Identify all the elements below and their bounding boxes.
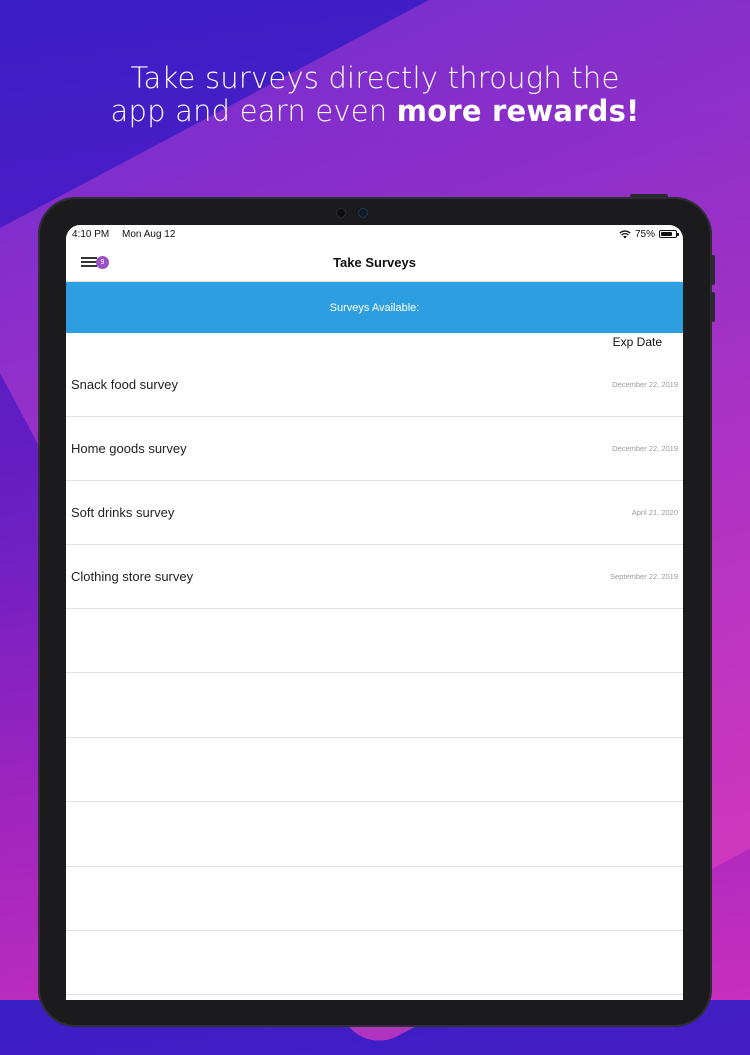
- empty-row: [66, 995, 683, 1000]
- empty-row: [66, 931, 683, 996]
- survey-row[interactable]: Soft drinks survey April 21, 2020: [66, 481, 683, 545]
- wifi-icon: [619, 229, 631, 238]
- exp-date-header: Exp Date: [612, 335, 662, 349]
- front-camera: [322, 208, 382, 218]
- top-button: [630, 194, 668, 198]
- empty-row: [66, 738, 683, 803]
- promo-headline: Take surveys directly through the app an…: [0, 62, 750, 128]
- battery-percent: 75%: [634, 228, 655, 240]
- empty-row: [66, 867, 683, 931]
- headline-line-1: Take surveys directly through the: [130, 61, 620, 95]
- headline-emphasis: more rewards!: [396, 94, 640, 128]
- survey-row[interactable]: Home goods survey December 22, 2019: [66, 417, 683, 481]
- hamburger-menu-icon: [81, 257, 97, 259]
- survey-exp-date: September 22, 2019: [610, 572, 678, 581]
- survey-exp-date: April 21, 2020: [631, 508, 678, 517]
- surveys-available-banner: Surveys Available:: [66, 282, 683, 333]
- survey-name: Clothing store survey: [71, 569, 194, 584]
- survey-row[interactable]: Clothing store survey September 22, 2019: [66, 545, 683, 609]
- battery-icon: [659, 230, 679, 238]
- column-header: Exp Date: [66, 333, 683, 353]
- sensor-dot: [337, 209, 345, 217]
- status-bar: 4:10 PM Mon Aug 12 75%: [66, 225, 683, 243]
- empty-row: [66, 802, 683, 867]
- notification-badge: 9: [96, 256, 109, 269]
- survey-row[interactable]: Snack food survey December 22, 2019: [66, 353, 683, 417]
- status-left: 4:10 PM Mon Aug 12: [72, 229, 185, 240]
- survey-list: Snack food survey December 22, 2019 Home…: [66, 353, 683, 1000]
- empty-row: [66, 609, 683, 674]
- survey-exp-date: December 22, 2019: [612, 444, 678, 453]
- volume-button: [711, 255, 715, 285]
- navigation-bar: 9 Take Surveys: [66, 243, 683, 282]
- app-screen: 4:10 PM Mon Aug 12 75% 9 Take Surveys Su…: [66, 225, 683, 1000]
- page-title: Take Surveys: [333, 254, 416, 270]
- volume-button-2: [711, 292, 715, 322]
- survey-name: Snack food survey: [71, 377, 178, 392]
- status-right: 75%: [619, 228, 679, 240]
- survey-name: Home goods survey: [71, 441, 187, 456]
- survey-exp-date: December 22, 2019: [612, 380, 678, 389]
- hamburger-menu-icon-line-3: [81, 265, 97, 267]
- headline-line-2-prefix: app and earn even: [110, 94, 397, 128]
- survey-name: Soft drinks survey: [71, 505, 175, 520]
- menu-button[interactable]: 9: [81, 255, 111, 271]
- hamburger-menu-icon-line-2: [81, 261, 97, 263]
- camera-lens: [359, 209, 367, 217]
- status-time: 4:10 PM: [72, 228, 110, 240]
- battery-fill: [661, 232, 672, 236]
- banner-label: Surveys Available:: [329, 301, 420, 314]
- status-date: Mon Aug 12: [122, 228, 176, 240]
- headline-line-2: app and earn even more rewards!: [0, 95, 750, 128]
- empty-row: [66, 673, 683, 738]
